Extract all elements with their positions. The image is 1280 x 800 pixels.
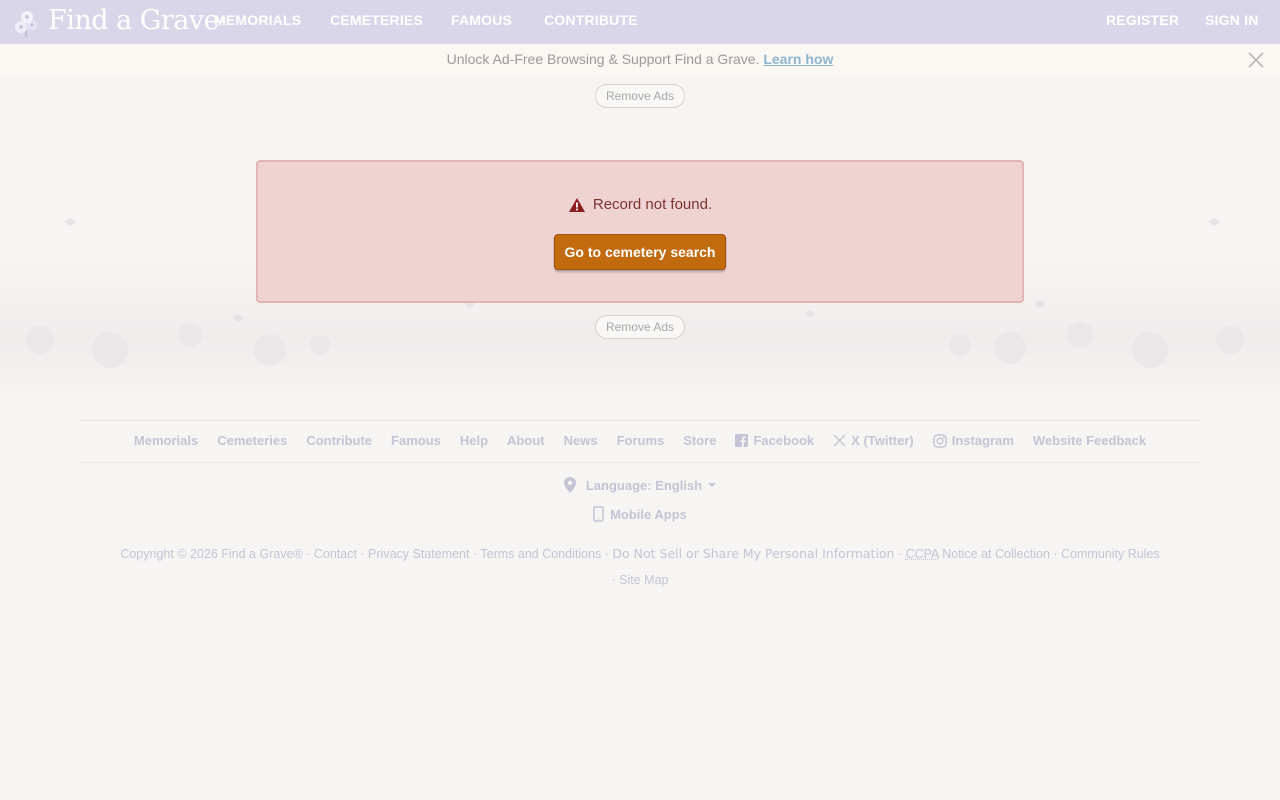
- footer-link-memorials[interactable]: Memorials: [134, 433, 198, 448]
- footer-link-famous[interactable]: Famous: [391, 433, 441, 448]
- error-alert: Record not found. Go to cemetery search: [256, 160, 1024, 303]
- footer-link-website-feedback[interactable]: Website Feedback: [1033, 433, 1146, 448]
- logo-flower-icon: [15, 11, 37, 37]
- x-twitter-icon: [833, 434, 846, 447]
- footer-link-x-twitter[interactable]: X (Twitter): [833, 433, 914, 448]
- community-rules-link[interactable]: Community Rules: [1061, 547, 1160, 561]
- footer-link-about[interactable]: About: [507, 433, 545, 448]
- footer-link-cemeteries[interactable]: Cemeteries: [217, 433, 287, 448]
- footer-link-store[interactable]: Store: [683, 433, 716, 448]
- footer-link-news[interactable]: News: [564, 433, 598, 448]
- nav-memorials[interactable]: MEMORIALS: [214, 12, 301, 28]
- terms-conditions-link[interactable]: Terms and Conditions: [480, 547, 601, 561]
- footer-links: Memorials Cemeteries Contribute Famous H…: [0, 433, 1280, 448]
- language-label: Language: English: [585, 477, 703, 493]
- facebook-icon: [735, 434, 749, 447]
- go-to-cemetery-search-button[interactable]: Go to cemetery search: [554, 234, 726, 270]
- mobile-apps-link[interactable]: Mobile Apps: [0, 506, 1280, 522]
- alert-message-row: Record not found.: [258, 196, 1022, 213]
- nav-contribute[interactable]: CONTRIBUTE: [544, 12, 638, 28]
- close-icon[interactable]: [1246, 50, 1266, 70]
- record-not-found-text: Record not found.: [592, 196, 713, 213]
- legal-links: Copyright © 2026 Find a Grave® · Contact…: [120, 546, 1160, 587]
- notice-at-collection-link[interactable]: Notice at Collection: [942, 547, 1050, 561]
- site-map-link[interactable]: Site Map: [619, 573, 668, 587]
- contact-link[interactable]: Contact: [314, 547, 357, 561]
- footer-link-facebook[interactable]: Facebook: [735, 433, 814, 448]
- ad-free-banner: Unlock Ad-Free Browsing & Support Find a…: [0, 44, 1280, 75]
- remove-ads-button-top[interactable]: Remove Ads: [595, 84, 685, 108]
- facebook-label: Facebook: [753, 433, 815, 448]
- nav-famous[interactable]: FAMOUS: [451, 12, 512, 28]
- find-a-grave-logo[interactable]: Find a Grave ®: [12, 3, 226, 39]
- language-selector[interactable]: Language: English: [0, 477, 1280, 493]
- map-pin-icon: [563, 477, 576, 493]
- caret-down-icon: [708, 483, 717, 487]
- footer-link-instagram[interactable]: Instagram: [933, 433, 1014, 448]
- privacy-statement-link[interactable]: Privacy Statement: [368, 547, 469, 561]
- instagram-icon: [933, 433, 947, 448]
- learn-how-link[interactable]: Learn how: [763, 51, 833, 67]
- copyright-text: Copyright © 2026 Find a Grave®: [120, 547, 303, 561]
- footer-link-contribute[interactable]: Contribute: [306, 433, 372, 448]
- instagram-label: Instagram: [951, 433, 1014, 448]
- mobile-phone-icon: [593, 506, 604, 522]
- ad-free-banner-text: Unlock Ad-Free Browsing & Support Find a…: [0, 51, 1280, 67]
- remove-ads-button-bottom[interactable]: Remove Ads: [595, 315, 685, 339]
- ccpa-abbreviation: CCPA: [905, 547, 939, 561]
- do-not-sell-link[interactable]: Do Not Sell or Share My Personal Informa…: [612, 546, 894, 561]
- nav-cemeteries[interactable]: CEMETERIES: [330, 12, 423, 28]
- footer-link-help[interactable]: Help: [460, 433, 488, 448]
- footer-divider-bottom: [80, 462, 1200, 463]
- nav-sign-in[interactable]: SIGN IN: [1205, 12, 1259, 28]
- footer-divider-top: [80, 420, 1200, 421]
- ad-free-message: Unlock Ad-Free Browsing & Support Find a…: [446, 51, 760, 67]
- logo-text: Find a Grave: [48, 5, 220, 36]
- warning-icon: [568, 197, 585, 212]
- x-twitter-label: X (Twitter): [851, 433, 914, 448]
- mobile-apps-label: Mobile Apps: [610, 506, 687, 522]
- nav-register[interactable]: REGISTER: [1106, 12, 1179, 28]
- footer-link-forums[interactable]: Forums: [617, 433, 665, 448]
- top-navigation: Find a Grave ® MEMORIALS CEMETERIES FAMO…: [0, 0, 1280, 44]
